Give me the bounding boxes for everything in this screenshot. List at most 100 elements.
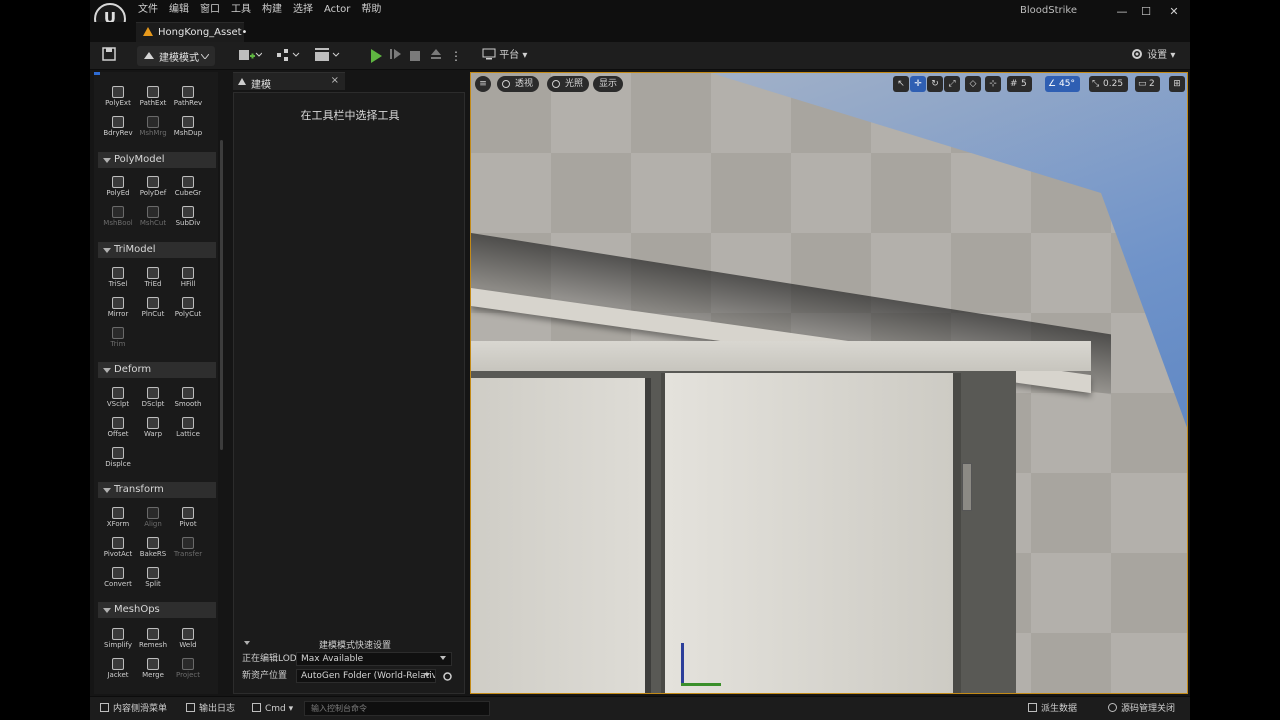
tool-mshdup[interactable]: MshDup [170, 114, 206, 142]
rotate-mode-icon[interactable]: ↻ [927, 76, 943, 92]
tool-pathext[interactable]: PathExt [135, 84, 171, 112]
more-options-icon[interactable]: ⋮ [450, 47, 462, 65]
palette-scrollbar[interactable] [220, 140, 223, 450]
lighting-button[interactable]: 光照 [547, 76, 590, 92]
tool-convert[interactable]: Convert [100, 565, 136, 593]
tool-remesh[interactable]: Remesh [135, 626, 171, 654]
menu-file[interactable]: 文件 [138, 0, 169, 22]
menu-build[interactable]: 构建 [262, 0, 293, 22]
tool-polyed[interactable]: PolyEd [100, 174, 136, 202]
tool-lattice[interactable]: Lattice [170, 415, 206, 443]
grid-snap-button[interactable]: #5 [1007, 76, 1032, 92]
menu-actor[interactable]: Actor [324, 0, 361, 22]
translate-mode-icon[interactable]: ✛ [910, 76, 926, 92]
modeling-panel-tab[interactable]: 建模 × [233, 72, 345, 91]
minimize-button[interactable]: — [1112, 4, 1132, 20]
tool-cubegr[interactable]: CubeGr [170, 174, 206, 202]
tool-bakers[interactable]: BakeRS [135, 535, 171, 563]
settings-button[interactable]: 设置 ▾ [1130, 47, 1182, 65]
tool-hfill[interactable]: HFill [170, 265, 206, 293]
scale-snap-button[interactable]: ⤡ 0.25 [1089, 76, 1129, 92]
tool-split[interactable]: Split [135, 565, 171, 593]
menu-select[interactable]: 选择 [293, 0, 324, 22]
perspective-button[interactable]: 透视 [497, 76, 540, 92]
tool-mshmrg: MshMrg [135, 114, 171, 142]
viewport-layout-icon[interactable]: ⊞ [1169, 76, 1185, 92]
category-transform[interactable]: Transform [98, 482, 216, 498]
viewport-menu-icon[interactable]: ≡ [475, 76, 491, 92]
step-forward-icon[interactable] [390, 47, 404, 65]
show-button[interactable]: 显示 [593, 76, 624, 92]
menu-edit[interactable]: 编辑 [169, 0, 200, 22]
tool-simplify[interactable]: Simplify [100, 626, 136, 654]
polyext-icon [112, 86, 124, 98]
select-mode-icon[interactable]: ↖ [893, 76, 909, 92]
tool-tried[interactable]: TriEd [135, 265, 171, 293]
tool-pivot[interactable]: Pivot [170, 505, 206, 533]
content-drawer-button[interactable]: 内容侧滑菜单 [100, 702, 167, 716]
cmd-button[interactable]: Cmd ▾ [252, 702, 293, 716]
tool-dsclpt[interactable]: DSclpt [135, 385, 171, 413]
blueprint-button[interactable] [276, 47, 302, 65]
tool-weld[interactable]: Weld [170, 626, 206, 654]
mode-select-button[interactable]: 建模模式 [137, 46, 215, 66]
tool-label: BakeRS [139, 550, 167, 558]
add-actor-button[interactable] [238, 47, 264, 65]
output-log-button[interactable]: 输出日志 [186, 702, 235, 716]
lod-dropdown[interactable]: Max Available [296, 652, 452, 666]
menu-window[interactable]: 窗口 [200, 0, 231, 22]
close-tab-icon[interactable]: × [331, 75, 339, 86]
tool-polycut[interactable]: PolyCut [170, 295, 206, 323]
tool-align: Align [135, 505, 171, 533]
scale-mode-icon[interactable]: ⤢ [944, 76, 960, 92]
tool-bdryrev[interactable]: BdryRev [100, 114, 136, 142]
polydef-icon [147, 176, 159, 188]
tool-trisel[interactable]: TriSel [100, 265, 136, 293]
category-deform[interactable]: Deform [98, 362, 216, 378]
tool-displce[interactable]: Displce [100, 445, 136, 473]
eject-icon[interactable] [430, 47, 444, 65]
tool-label: Merge [142, 671, 164, 679]
category-trimodel[interactable]: TriModel [98, 242, 216, 258]
console-command-input[interactable]: 输入控制台命令 [304, 701, 490, 716]
tool-pathrev[interactable]: PathRev [170, 84, 206, 112]
tool-label: BdryRev [103, 129, 133, 137]
play-icon[interactable] [371, 49, 382, 63]
tool-subdiv[interactable]: SubDiv [170, 204, 206, 232]
close-window-button[interactable]: ✕ [1164, 4, 1184, 20]
tool-smooth[interactable]: Smooth [170, 385, 206, 413]
lod-setting-row: 正在编辑LOD Max Available [242, 651, 458, 667]
camera-speed-button[interactable]: ▭ 2 [1135, 76, 1160, 92]
tool-mirror[interactable]: Mirror [100, 295, 136, 323]
tool-polydef[interactable]: PolyDef [135, 174, 171, 202]
tool-label: Convert [104, 580, 132, 588]
tool-offset[interactable]: Offset [100, 415, 136, 443]
tool-xform[interactable]: XForm [100, 505, 136, 533]
stop-icon[interactable] [410, 51, 420, 61]
asset-location-dropdown[interactable]: AutoGen Folder (World-Relative) [296, 669, 436, 683]
derived-data-button[interactable]: 派生数据 [1028, 702, 1077, 716]
category-polymodel[interactable]: PolyModel [98, 152, 216, 168]
tool-jacket[interactable]: Jacket [100, 656, 136, 684]
cinematics-button[interactable] [314, 47, 342, 65]
tool-warp[interactable]: Warp [135, 415, 171, 443]
tool-pivotact[interactable]: PivotAct [100, 535, 136, 563]
level-tab[interactable]: HongKong_Asset• [136, 22, 247, 42]
select-tool-message: 在工具栏中选择工具 [300, 109, 400, 122]
source-control-button[interactable]: 源码管理关闭 [1108, 702, 1175, 716]
save-icon[interactable] [102, 47, 118, 65]
tool-polyext[interactable]: PolyExt [100, 84, 136, 112]
tool-plncut[interactable]: PlnCut [135, 295, 171, 323]
level-viewport[interactable]: ≡ 透视 光照 显示 ↖ ✛ ↻ ⤢ ◇ ⊹ #5 ∠ 45° ⤡ 0.25 ▭ 2 … [470, 72, 1188, 694]
gear-icon[interactable] [442, 671, 453, 682]
surface-snap-icon[interactable]: ⊹ [985, 76, 1001, 92]
tool-vsclpt[interactable]: VSclpt [100, 385, 136, 413]
maximize-button[interactable]: ☐ [1136, 4, 1156, 20]
category-meshops[interactable]: MeshOps [98, 602, 216, 618]
world-local-icon[interactable]: ◇ [965, 76, 981, 92]
menu-tools[interactable]: 工具 [231, 0, 262, 22]
rotation-snap-button[interactable]: ∠ 45° [1045, 76, 1080, 92]
platform-button[interactable]: 平台 ▾ [482, 47, 542, 65]
menu-help[interactable]: 帮助 [361, 0, 392, 22]
tool-merge[interactable]: Merge [135, 656, 171, 684]
